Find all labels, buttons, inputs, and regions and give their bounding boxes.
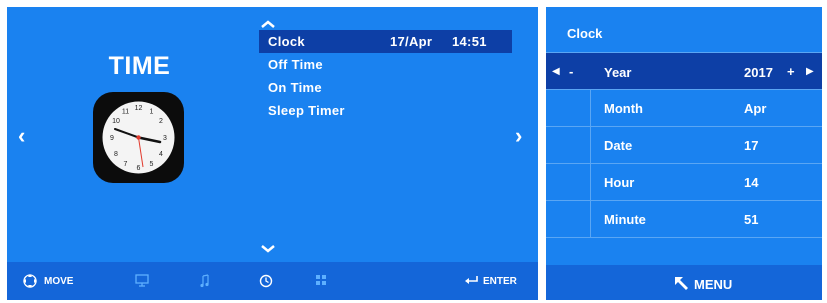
menu-item-off-time[interactable]: Off Time — [259, 53, 512, 76]
svg-text:9: 9 — [110, 135, 114, 142]
date-setting-row[interactable]: Date 17 — [546, 127, 822, 163]
clock-panel-footer: MENU — [546, 265, 822, 300]
page-title: TIME — [108, 52, 171, 80]
svg-text:10: 10 — [112, 118, 120, 125]
scroll-up-icon[interactable] — [260, 19, 276, 29]
menu-item-on-time[interactable]: On Time — [259, 76, 512, 99]
clock-date-value: 17/Apr — [390, 34, 433, 49]
clock-settings-panel: Clock ◀ - Year 2017 + ▶ Month Apr Date 1… — [546, 7, 822, 300]
svg-text:6: 6 — [137, 165, 141, 172]
move-hint-label: MOVE — [44, 276, 74, 287]
svg-text:5: 5 — [150, 161, 154, 168]
bottom-navigation-bar: MOVE ENTER — [7, 262, 538, 300]
setting-value: 51 — [744, 212, 759, 227]
clock-icon[interactable] — [259, 274, 273, 288]
scroll-down-icon[interactable] — [260, 244, 276, 254]
setting-value: Apr — [744, 101, 767, 116]
enter-hint-label: ENTER — [483, 276, 517, 287]
svg-text:4: 4 — [159, 151, 163, 158]
svg-text:2: 2 — [159, 118, 163, 125]
setting-value: 2017 — [744, 65, 773, 80]
previous-category-arrow[interactable]: ‹ — [18, 125, 25, 147]
clock-time-value: 14:51 — [452, 34, 487, 49]
svg-text:1: 1 — [150, 109, 154, 116]
column-divider — [590, 90, 591, 237]
next-category-arrow[interactable]: › — [515, 125, 522, 147]
svg-text:3: 3 — [163, 135, 167, 142]
setting-label: Hour — [604, 175, 635, 190]
hour-setting-row[interactable]: Hour 14 — [546, 164, 822, 200]
menu-item-label: Sleep Timer — [268, 103, 345, 118]
enter-icon — [465, 276, 478, 284]
back-arrow-icon[interactable] — [674, 276, 690, 290]
decrease-arrow-icon[interactable]: ◀ — [552, 66, 560, 77]
row-divider — [546, 237, 822, 238]
menu-item-label: On Time — [268, 80, 322, 95]
setting-value: 14 — [744, 175, 759, 190]
grid-icon[interactable] — [315, 274, 327, 286]
monitor-icon[interactable] — [135, 274, 149, 287]
music-note-icon[interactable] — [200, 274, 210, 288]
minute-setting-row[interactable]: Minute 51 — [546, 201, 822, 237]
time-menu-list: Clock 17/Apr 14:51 Off Time On Time Slee… — [259, 30, 512, 122]
setting-label: Date — [604, 138, 633, 153]
menu-button-label[interactable]: MENU — [694, 277, 732, 292]
clock-panel-title: Clock — [567, 26, 603, 41]
svg-text:7: 7 — [124, 161, 128, 168]
setting-label: Month — [604, 101, 643, 116]
setting-label: Minute — [604, 212, 646, 227]
svg-text:8: 8 — [114, 151, 118, 158]
menu-item-label: Clock — [268, 34, 305, 49]
svg-text:11: 11 — [122, 109, 129, 116]
month-setting-row[interactable]: Month Apr — [546, 90, 822, 126]
setting-value: 17 — [744, 138, 759, 153]
menu-item-clock[interactable]: Clock 17/Apr 14:51 — [259, 30, 512, 53]
increase-arrow-icon[interactable]: ▶ — [806, 66, 814, 77]
clock-app-icon: 12 1 2 3 4 5 6 7 8 9 10 11 — [93, 92, 184, 183]
move-dpad-icon — [23, 274, 37, 288]
setting-label: Year — [604, 65, 632, 80]
clock-panel-header: Clock — [546, 7, 822, 52]
svg-text:12: 12 — [135, 105, 143, 112]
year-setting-row[interactable]: ◀ - Year 2017 + ▶ — [546, 53, 822, 89]
menu-item-label: Off Time — [268, 57, 323, 72]
plus-sign: + — [787, 64, 795, 79]
time-menu-panel: TIME 12 1 2 3 4 5 6 7 8 9 10 11 ‹ › Cloc… — [7, 7, 538, 300]
menu-item-sleep-timer[interactable]: Sleep Timer — [259, 99, 512, 122]
minus-sign: - — [569, 64, 574, 79]
